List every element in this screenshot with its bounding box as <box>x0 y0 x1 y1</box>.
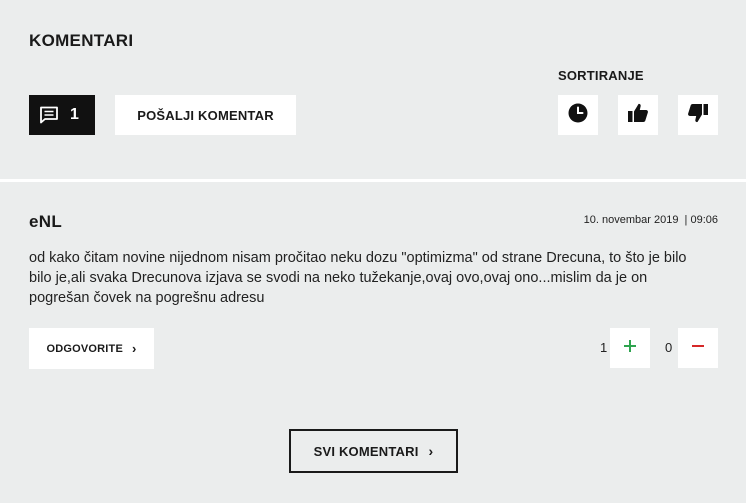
like-count: 1 <box>600 340 608 355</box>
like-button[interactable] <box>610 328 650 368</box>
reply-button[interactable]: ODGOVORITE › <box>29 328 154 369</box>
plus-icon <box>623 339 637 358</box>
thumbs-down-icon <box>687 103 709 128</box>
sort-newest-button[interactable] <box>558 95 598 135</box>
dislike-button[interactable] <box>678 328 718 368</box>
clock-icon <box>568 103 588 128</box>
dislike-count: 0 <box>665 340 673 355</box>
sort-dislikes-button[interactable] <box>678 95 718 135</box>
chevron-right-icon: › <box>428 443 434 459</box>
chevron-right-icon: › <box>132 341 137 356</box>
comment-author: eNL <box>29 212 63 231</box>
thumbs-up-icon <box>627 103 649 128</box>
all-comments-label: SVI KOMENTARI <box>313 443 419 459</box>
minus-icon <box>691 339 705 358</box>
sort-likes-button[interactable] <box>618 95 658 135</box>
send-comment-button[interactable]: POŠALJI KOMENTAR <box>115 95 296 135</box>
reply-label: ODGOVORITE <box>46 342 124 355</box>
comment-count-badge[interactable]: 1 <box>29 95 95 135</box>
comment-bubble-icon <box>39 106 59 124</box>
sort-label: SORTIRANJE <box>558 68 644 83</box>
comment-text: od kako čitam novine nijednom nisam proč… <box>29 250 687 306</box>
all-comments-button[interactable]: SVI KOMENTARI › <box>289 429 458 473</box>
comment-count: 1 <box>70 106 79 123</box>
comments-title: KOMENTARI <box>29 31 134 50</box>
section-divider <box>0 179 746 182</box>
comment-timestamp: 10. novembar 2019 | 09:06 <box>583 214 718 226</box>
